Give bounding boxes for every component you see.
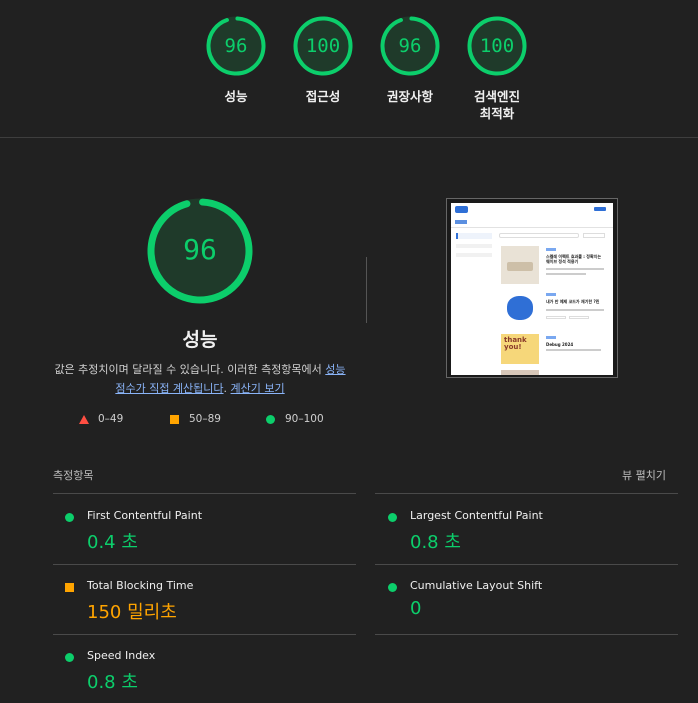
metric-value: 0.8 초 xyxy=(410,532,461,553)
gauge-label: 성능 xyxy=(224,89,248,104)
thumb-post-image xyxy=(501,292,539,326)
pass-circle-icon xyxy=(65,513,74,522)
thumb-tag xyxy=(546,336,556,339)
pass-circle-icon xyxy=(388,583,397,592)
thumb-post-text xyxy=(546,349,601,351)
thumb-post-text xyxy=(546,268,604,270)
metrics-heading: 측정항목 xyxy=(53,469,94,482)
metric-name: Speed Index xyxy=(87,649,156,662)
vertical-divider xyxy=(366,257,367,323)
gauge-accessibility[interactable]: 100 접근성 xyxy=(273,16,373,105)
thumb-sidebar-item xyxy=(456,253,492,257)
thumb-sidebar-item xyxy=(456,233,492,239)
expand-view-toggle[interactable]: 뷰 펼치기 xyxy=(622,467,666,483)
gauge-label-line2: 최적화 xyxy=(479,106,515,121)
calculator-link[interactable]: 계산기 보기 xyxy=(231,382,285,395)
thumb-logo xyxy=(455,206,468,213)
gauge-score: 100 xyxy=(479,35,515,57)
thumb-post-text xyxy=(546,273,586,275)
performance-main-gauge: 96 xyxy=(146,197,254,305)
metric-divider xyxy=(375,493,678,494)
metric-largest-contentful-paint: Largest Contentful Paint 0.8 초 xyxy=(388,509,678,569)
thumb-title-bar xyxy=(455,220,467,224)
thumb-divider xyxy=(451,227,613,228)
gauge-performance[interactable]: 96 성능 xyxy=(186,16,286,105)
gauge-seo[interactable]: 100 검색엔진 최적화 xyxy=(447,16,547,122)
gauge-label: 권장사항 xyxy=(386,89,433,104)
metric-value: 0.4 초 xyxy=(87,532,138,553)
gauge-best-practices[interactable]: 96 권장사항 xyxy=(360,16,460,105)
thumb-post-chip xyxy=(569,316,589,319)
metric-divider xyxy=(53,634,356,635)
metric-speed-index: Speed Index 0.8 초 xyxy=(65,649,355,703)
score-description: 값은 추정치이며 달라질 수 있습니다. 이러한 측정항목에서 성능 점수가 직… xyxy=(50,360,350,398)
thumb-tag xyxy=(546,248,556,251)
thumb-post-image xyxy=(501,246,539,284)
thumb-post-image xyxy=(501,370,539,375)
gauge-ring: 100 xyxy=(293,16,353,76)
metric-value: 150 밀리초 xyxy=(87,602,177,623)
metric-first-contentful-paint: First Contentful Paint 0.4 초 xyxy=(65,509,355,569)
gauge-ring: 100 xyxy=(467,16,527,76)
metric-cumulative-layout-shift: Cumulative Layout Shift 0 xyxy=(388,579,678,639)
metric-total-blocking-time: Total Blocking Time 150 밀리초 xyxy=(65,579,355,639)
pass-circle-icon xyxy=(388,513,397,522)
metric-divider xyxy=(53,493,356,494)
gauge-score: 96 xyxy=(398,35,422,57)
gauge-ring: 96 xyxy=(206,16,266,76)
thumb-header-button xyxy=(594,207,606,211)
triangle-icon xyxy=(79,415,89,424)
thumb-thank-line2: you! xyxy=(504,343,522,351)
description-sep: . xyxy=(223,382,231,395)
metric-divider xyxy=(53,564,356,565)
metric-value: 0.8 초 xyxy=(87,672,138,693)
thumb-post-title: 내가 만 예제 코드가 재기한 ?린 xyxy=(546,299,600,304)
metric-name: Largest Contentful Paint xyxy=(410,509,543,522)
gauge-label: 검색엔진 최적화 xyxy=(447,88,547,122)
thumb-post-chip xyxy=(546,316,566,319)
page-screenshot-thumbnail[interactable]: 스켈레 이펙트 효과를 : 정확지는 웨이브 정석 적용기 내가 만 예제 코드… xyxy=(446,198,618,378)
thumb-sidebar-item xyxy=(456,244,492,248)
gauge-score: 100 xyxy=(305,35,341,57)
thumb-post-title: Debug 2024 xyxy=(546,342,574,347)
metric-name: Cumulative Layout Shift xyxy=(410,579,543,592)
description-text: 값은 추정치이며 달라질 수 있습니다. 이러한 측정항목에서 xyxy=(54,363,326,376)
main-score: 96 xyxy=(183,233,217,266)
metric-value: 0 xyxy=(410,598,422,619)
thumb-search-box xyxy=(499,233,579,238)
metric-name: Total Blocking Time xyxy=(87,579,194,592)
gauge-label-line1: 검색엔진 xyxy=(473,89,520,104)
metric-name: First Contentful Paint xyxy=(87,509,203,522)
score-calculated-link[interactable]: 점수가 직접 계산됩니다 xyxy=(115,382,223,395)
metric-divider xyxy=(375,634,678,635)
pass-circle-icon xyxy=(65,653,74,662)
legend-average-label: 50–89 xyxy=(189,413,221,425)
legend-pass-label: 90–100 xyxy=(285,413,324,425)
performance-link[interactable]: 성능 xyxy=(325,363,345,376)
main-title: 성능 xyxy=(182,329,218,351)
thumb-post-image: thank you! xyxy=(501,334,539,364)
metric-divider xyxy=(375,564,678,565)
thumb-post-title: 스켈레 이펙트 효과를 : 정확지는 웨이브 정석 적용기 xyxy=(546,254,602,264)
legend-fail-label: 0–49 xyxy=(98,413,124,425)
gauge-score: 96 xyxy=(224,35,248,57)
category-gauges-bar: 96 성능 100 접근성 96 권장사항 100 검색엔진 최적화 xyxy=(0,0,698,138)
square-icon xyxy=(170,415,179,424)
gauge-ring: 96 xyxy=(380,16,440,76)
thumb-post-text xyxy=(546,309,604,311)
gauge-label: 접근성 xyxy=(305,89,341,104)
thumb-tag xyxy=(546,293,556,296)
thumb-thank-you-text: thank you! xyxy=(504,337,527,351)
thumbnail-page: 스켈레 이펙트 효과를 : 정확지는 웨이브 정석 적용기 내가 만 예제 코드… xyxy=(451,203,613,375)
average-square-icon xyxy=(65,583,74,592)
thumb-sort-box xyxy=(583,233,605,238)
circle-icon xyxy=(266,415,275,424)
